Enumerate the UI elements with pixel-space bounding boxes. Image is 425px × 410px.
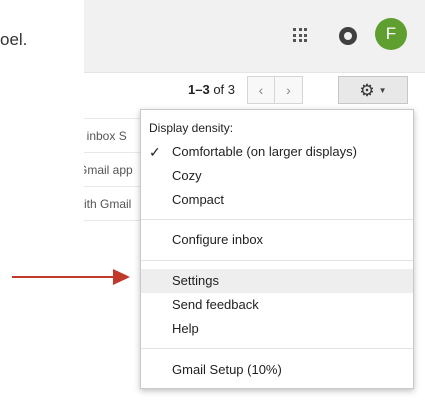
mail-snippet: vith Gmail xyxy=(84,197,132,211)
list-item[interactable]: vith Gmail xyxy=(84,187,144,221)
settings-menu-item[interactable]: Settings xyxy=(141,269,413,293)
annotation-arrow-head xyxy=(113,269,130,285)
menu-item-label: Cozy xyxy=(172,168,202,183)
page-count: 1–3 of 3 xyxy=(188,82,235,97)
pagination-controls: ‹ › xyxy=(247,76,303,104)
older-button[interactable]: › xyxy=(275,76,303,104)
mail-snippet: Gmail app xyxy=(84,163,133,177)
menu-divider xyxy=(141,219,413,220)
notifications-icon[interactable] xyxy=(339,27,357,45)
top-header-bar xyxy=(84,0,425,72)
toolbar-divider xyxy=(84,72,425,73)
annotation-arrow-shaft xyxy=(12,276,116,278)
configure-inbox-item[interactable]: Configure inbox xyxy=(141,228,413,252)
density-compact-option[interactable]: Compact xyxy=(141,188,413,212)
menu-item-label: Configure inbox xyxy=(172,232,264,247)
gmail-setup-item[interactable]: Gmail Setup (10%) xyxy=(141,358,413,382)
background-label: oel. xyxy=(0,30,28,49)
menu-item-label: Send feedback xyxy=(172,297,259,312)
send-feedback-item[interactable]: Send feedback xyxy=(141,293,413,317)
menu-item-label: Settings xyxy=(172,273,219,288)
list-item[interactable]: il inbox S xyxy=(84,119,144,153)
menu-divider xyxy=(141,348,413,349)
menu-item-label: Gmail Setup (10%) xyxy=(172,362,282,377)
mail-snippet: il inbox S xyxy=(84,129,127,143)
chevron-down-icon: ▼ xyxy=(378,85,387,95)
menu-item-label: Compact xyxy=(172,192,225,207)
page-range: 1–3 xyxy=(188,82,210,97)
avatar[interactable]: F xyxy=(375,18,407,50)
apps-grid-icon[interactable] xyxy=(293,28,307,42)
density-cozy-option[interactable]: Cozy xyxy=(141,164,413,188)
menu-item-label: Comfortable (on larger displays) xyxy=(172,144,357,159)
newer-button[interactable]: ‹ xyxy=(247,76,275,104)
checkmark-icon: ✓ xyxy=(149,144,161,160)
density-comfortable-option[interactable]: ✓ Comfortable (on larger displays) xyxy=(141,140,413,164)
page-total: of 3 xyxy=(213,82,236,97)
menu-divider xyxy=(141,260,413,261)
menu-item-label: Help xyxy=(172,321,199,336)
list-item[interactable]: Gmail app xyxy=(84,153,144,187)
settings-button[interactable]: ⚙ ▼ xyxy=(338,76,408,104)
display-density-heading: Display density: xyxy=(149,121,234,135)
settings-dropdown-menu: Display density: ✓ Comfortable (on large… xyxy=(140,109,414,389)
gear-icon: ⚙ xyxy=(359,80,375,100)
help-item[interactable]: Help xyxy=(141,317,413,341)
